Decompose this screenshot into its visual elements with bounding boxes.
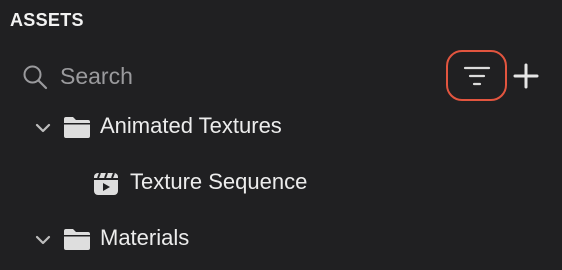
tree-item-label: Materials [100, 225, 190, 250]
search-icon [23, 65, 48, 90]
clapperboard-icon [94, 172, 118, 195]
tree-item-label: Texture Sequence [130, 169, 308, 194]
chevron-down-icon[interactable] [34, 121, 52, 135]
filter-icon [463, 66, 490, 85]
tree-item-animated-textures[interactable]: Animated Textures [0, 108, 562, 148]
panel-title: ASSETS [10, 10, 84, 30]
folder-icon [64, 229, 90, 250]
chevron-down-icon[interactable] [34, 233, 52, 247]
tree-item-materials[interactable]: Materials [0, 220, 562, 260]
filter-button[interactable] [446, 50, 507, 101]
plus-icon[interactable] [512, 62, 540, 90]
search-input[interactable] [60, 58, 430, 94]
tree-item-texture-sequence[interactable]: Texture Sequence [0, 164, 562, 204]
folder-icon [64, 117, 90, 138]
assets-panel: ASSETS Animated Textures [0, 0, 562, 270]
search-row [0, 50, 562, 102]
tree-item-label: Animated Textures [100, 113, 282, 138]
